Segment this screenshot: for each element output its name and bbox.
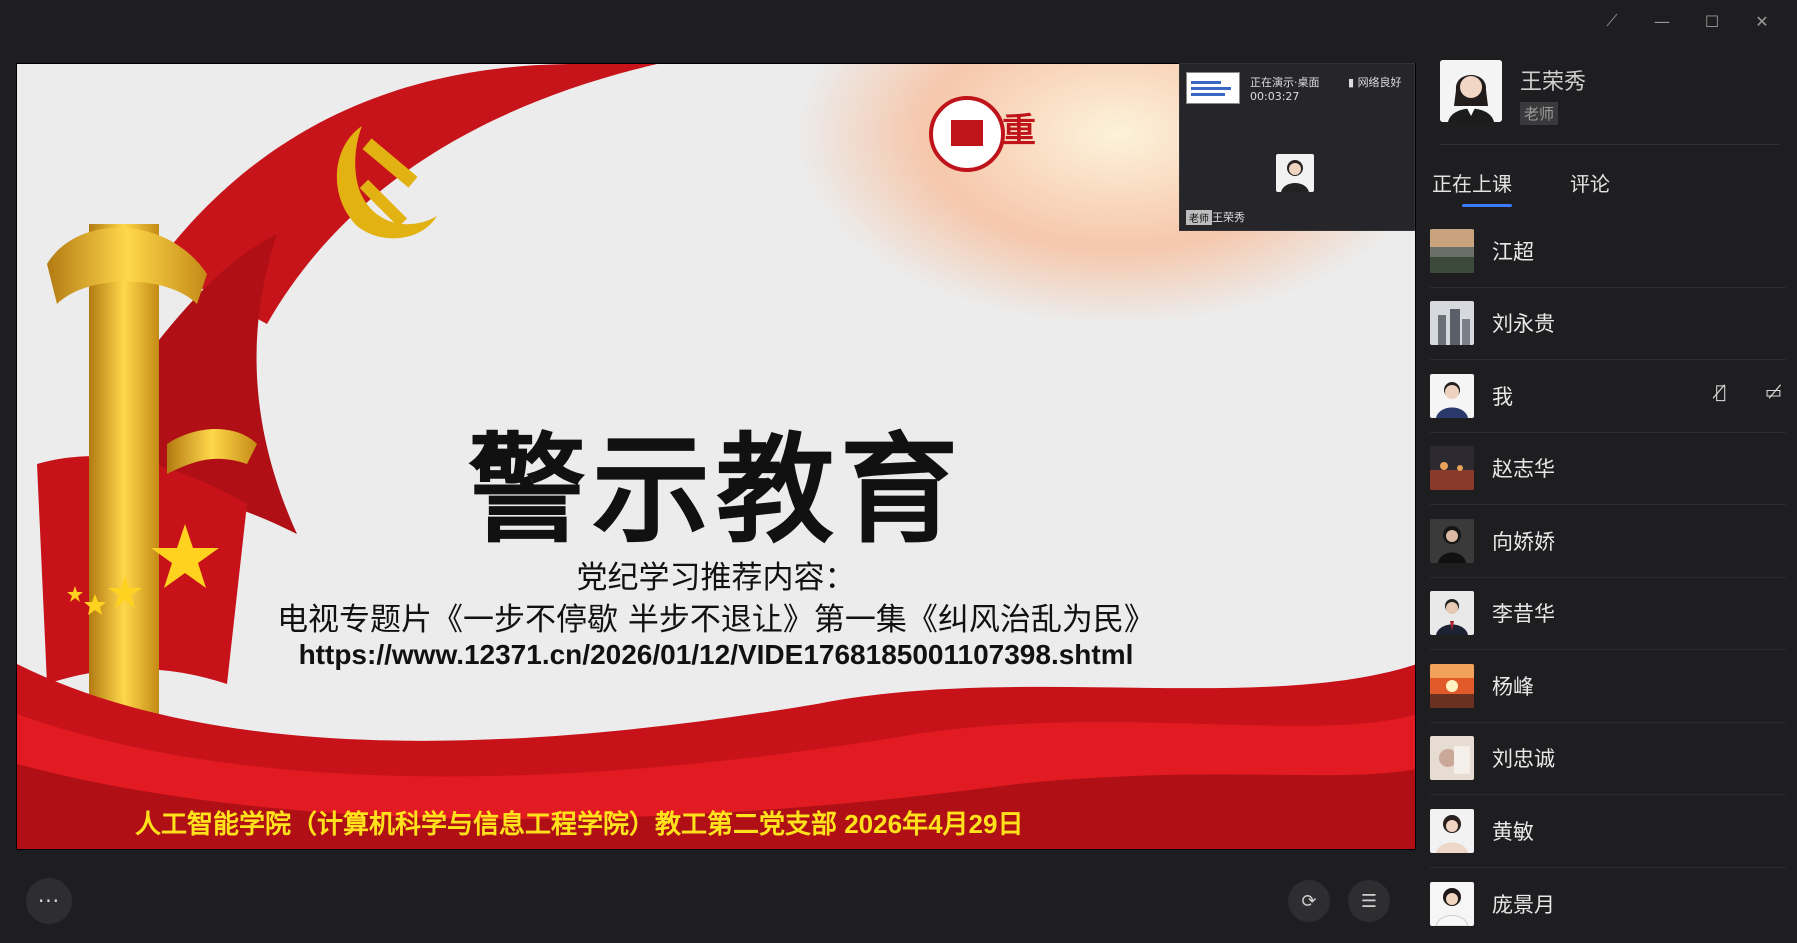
list-item[interactable]: 李昔华 bbox=[1430, 578, 1786, 650]
member-name: 庞景月 bbox=[1492, 892, 1555, 917]
member-name: 刘永贵 bbox=[1492, 312, 1555, 337]
list-item[interactable]: 黄敏 bbox=[1430, 795, 1786, 868]
network-status: ▮ 网络良好 bbox=[1348, 74, 1402, 90]
presenting-status: 正在演示·桌面 bbox=[1250, 76, 1320, 89]
rotate-icon[interactable]: ⟳ bbox=[1288, 880, 1330, 922]
member-list: 江超 刘永贵 我 🎙̸ ▭̸ 赵志华 向娇娇 李昔华 杨峰 刘忠诚 黄敏 庞景月 bbox=[1430, 215, 1786, 940]
member-name: 刘忠诚 bbox=[1492, 747, 1555, 772]
member-name: 向娇娇 bbox=[1492, 529, 1555, 554]
member-avatar bbox=[1430, 736, 1474, 781]
member-name: 江超 bbox=[1492, 239, 1534, 264]
list-settings-icon[interactable]: ☰ bbox=[1348, 880, 1390, 922]
list-item[interactable]: 江超 bbox=[1430, 215, 1786, 288]
network-label: 网络良好 bbox=[1357, 76, 1402, 89]
member-avatar bbox=[1430, 881, 1474, 926]
panel-tabs: 正在上课 评论 bbox=[1432, 168, 1610, 207]
presenter-name: 王荣秀 bbox=[1212, 211, 1245, 224]
slide-footer: 人工智能学院（计算机科学与信息工程学院）教工第二党支部 2026年4月29日 bbox=[135, 809, 1024, 839]
slide-subtitle: 党纪学习推荐内容： bbox=[576, 560, 856, 596]
member-name: 我 bbox=[1492, 384, 1513, 409]
member-avatar bbox=[1430, 663, 1474, 708]
teacher-role-badge: 老师 bbox=[1520, 102, 1559, 125]
mini-slide-preview bbox=[1186, 72, 1240, 104]
camera-off-icon[interactable]: ▭̸ bbox=[1765, 382, 1782, 403]
member-avatar bbox=[1430, 518, 1474, 563]
list-item[interactable]: 庞景月 bbox=[1430, 868, 1786, 941]
side-panel: 王荣秀 老师 正在上课 评论 江超 刘永贵 我 🎙̸ ▭̸ 赵志华 向娇娇 李昔… bbox=[1420, 0, 1797, 943]
presenter-role-tag: 老师 bbox=[1186, 210, 1212, 225]
presenting-timer: 00:03:27 bbox=[1250, 90, 1300, 103]
list-item[interactable]: 刘永贵 bbox=[1430, 288, 1786, 360]
tab-in-class[interactable]: 正在上课 bbox=[1432, 168, 1512, 207]
member-avatar bbox=[1430, 228, 1474, 273]
member-avatar bbox=[1430, 373, 1474, 418]
list-item[interactable]: 我 🎙̸ ▭̸ bbox=[1430, 360, 1786, 433]
mic-muted-icon[interactable]: 🎙̸ bbox=[1715, 382, 1726, 403]
member-avatar bbox=[1430, 446, 1474, 491]
svg-text:重: 重 bbox=[1002, 111, 1036, 151]
slide-title: 警示教育 bbox=[467, 420, 964, 559]
list-item[interactable]: 杨峰 bbox=[1430, 650, 1786, 723]
slide-url: https://www.12371.cn/2026/01/12/VIDE1768… bbox=[298, 639, 1134, 670]
member-avatar bbox=[1430, 591, 1474, 636]
presenter-thumbnail[interactable]: 正在演示·桌面 00:03:27 ▮ 网络良好 老师 王荣秀 bbox=[1179, 63, 1415, 231]
signal-icon: ▮ bbox=[1348, 76, 1358, 89]
member-avatar bbox=[1430, 301, 1474, 346]
list-item[interactable]: 赵志华 bbox=[1430, 433, 1786, 505]
panel-divider bbox=[1440, 144, 1779, 145]
meeting-window: ⟋ — ☐ ✕ 重 警示教育 党纪学习推荐内容： 电视专题片《一步不停歇 半步不… bbox=[0, 0, 1797, 943]
member-name: 黄敏 bbox=[1492, 819, 1534, 844]
teacher-avatar bbox=[1440, 60, 1502, 122]
teacher-card: 王荣秀 老师 bbox=[1440, 60, 1586, 125]
member-name: 杨峰 bbox=[1492, 674, 1534, 699]
member-name: 赵志华 bbox=[1492, 457, 1555, 482]
teacher-name: 王荣秀 bbox=[1520, 70, 1587, 95]
member-name: 李昔华 bbox=[1492, 602, 1555, 627]
presenter-avatar bbox=[1276, 154, 1314, 192]
more-options-button[interactable]: ··· bbox=[26, 878, 72, 924]
list-item[interactable]: 向娇娇 bbox=[1430, 505, 1786, 578]
member-avatar bbox=[1430, 808, 1474, 853]
tab-comments[interactable]: 评论 bbox=[1570, 168, 1610, 207]
slide-video-title: 电视专题片《一步不停歇 半步不退让》第一集《纠风治乱为民》 bbox=[277, 602, 1155, 638]
list-item[interactable]: 刘忠诚 bbox=[1430, 723, 1786, 795]
